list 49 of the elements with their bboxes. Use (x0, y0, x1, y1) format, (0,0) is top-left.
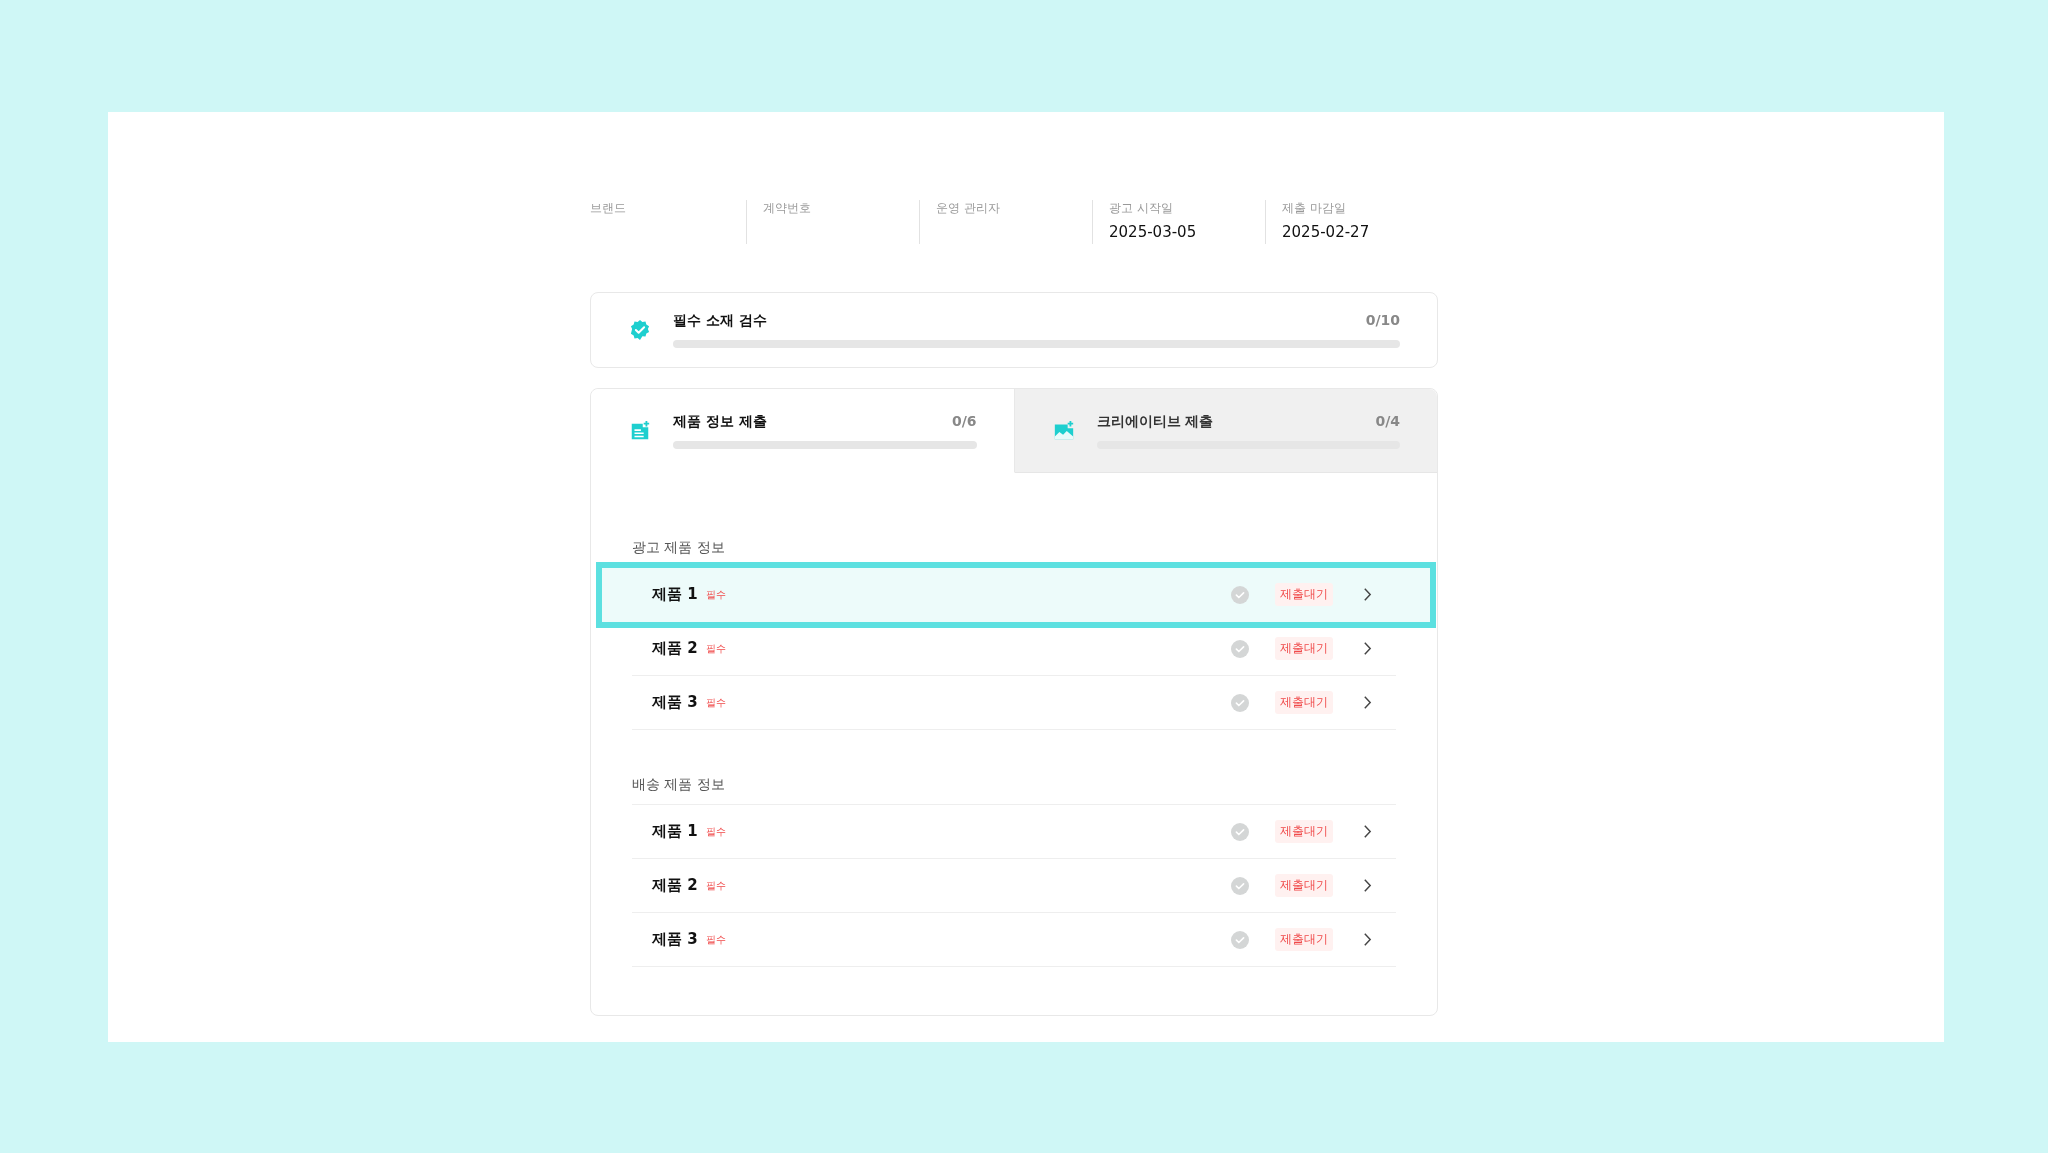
product-row[interactable]: 제품 3 필수 제출대기 (632, 676, 1396, 730)
tab-title: 제품 정보 제출 (673, 412, 767, 431)
tab-count: 0/6 (951, 412, 977, 431)
product-name: 제품 3 (652, 693, 698, 712)
required-tag: 필수 (705, 824, 726, 839)
tab-count: 0/4 (1375, 412, 1400, 431)
section-title: 광고 제품 정보 (632, 539, 726, 557)
info-label: 운영 관리자 (936, 200, 1001, 217)
image-plus-icon (1052, 419, 1075, 442)
product-name: 제품 2 (652, 876, 698, 895)
info-label: 제출 마감일 (1282, 200, 1347, 217)
chevron-right-icon[interactable] (1363, 824, 1372, 839)
status-tag: 제출대기 (1275, 637, 1333, 660)
info-label: 계약번호 (763, 200, 812, 217)
required-tag: 필수 (705, 878, 726, 893)
status-tag: 제출대기 (1275, 874, 1333, 897)
info-value: 2025-03-05 (1109, 223, 1198, 241)
chevron-right-icon[interactable] (1363, 695, 1372, 710)
product-name: 제품 1 (652, 822, 698, 841)
chevron-right-icon[interactable] (1363, 587, 1372, 602)
verified-badge-icon (629, 319, 651, 341)
status-tag: 제출대기 (1275, 928, 1333, 951)
review-title: 필수 소재 검수 (673, 312, 767, 330)
product-row[interactable]: 제품 2 필수 제출대기 (632, 622, 1396, 676)
chevron-right-icon[interactable] (1363, 878, 1372, 893)
required-tag: 필수 (705, 641, 726, 656)
info-label: 브랜드 (590, 200, 627, 217)
product-row[interactable]: 제품 2 필수 제출대기 (632, 859, 1396, 913)
product-name: 제품 1 (652, 585, 698, 604)
section-title: 배송 제품 정보 (632, 776, 726, 794)
required-tag: 필수 (705, 932, 726, 947)
required-tag: 필수 (705, 587, 726, 602)
status-tag: 제출대기 (1275, 583, 1333, 606)
info-label: 광고 시작일 (1109, 200, 1174, 217)
status-tag: 제출대기 (1275, 691, 1333, 714)
product-name: 제품 3 (652, 930, 698, 949)
info-value: 2025-02-27 (1282, 223, 1371, 241)
required-tag: 필수 (705, 695, 726, 710)
chevron-right-icon[interactable] (1363, 932, 1372, 947)
chevron-right-icon[interactable] (1363, 641, 1372, 656)
document-plus-icon (629, 419, 651, 442)
tab-title: 크리에이티브 제출 (1096, 412, 1214, 431)
tab[interactable]: 제품 정보 제출 0/6 (591, 389, 1015, 473)
status-tag: 제출대기 (1275, 820, 1333, 843)
product-name: 제품 2 (652, 639, 698, 658)
review-count: 0/10 (1365, 312, 1400, 330)
product-row[interactable]: 제품 3 필수 제출대기 (632, 913, 1396, 967)
product-row[interactable]: 제품 1 필수 제출대기 (632, 805, 1396, 859)
tab[interactable]: 크리에이티브 제출 0/4 (1014, 389, 1437, 473)
